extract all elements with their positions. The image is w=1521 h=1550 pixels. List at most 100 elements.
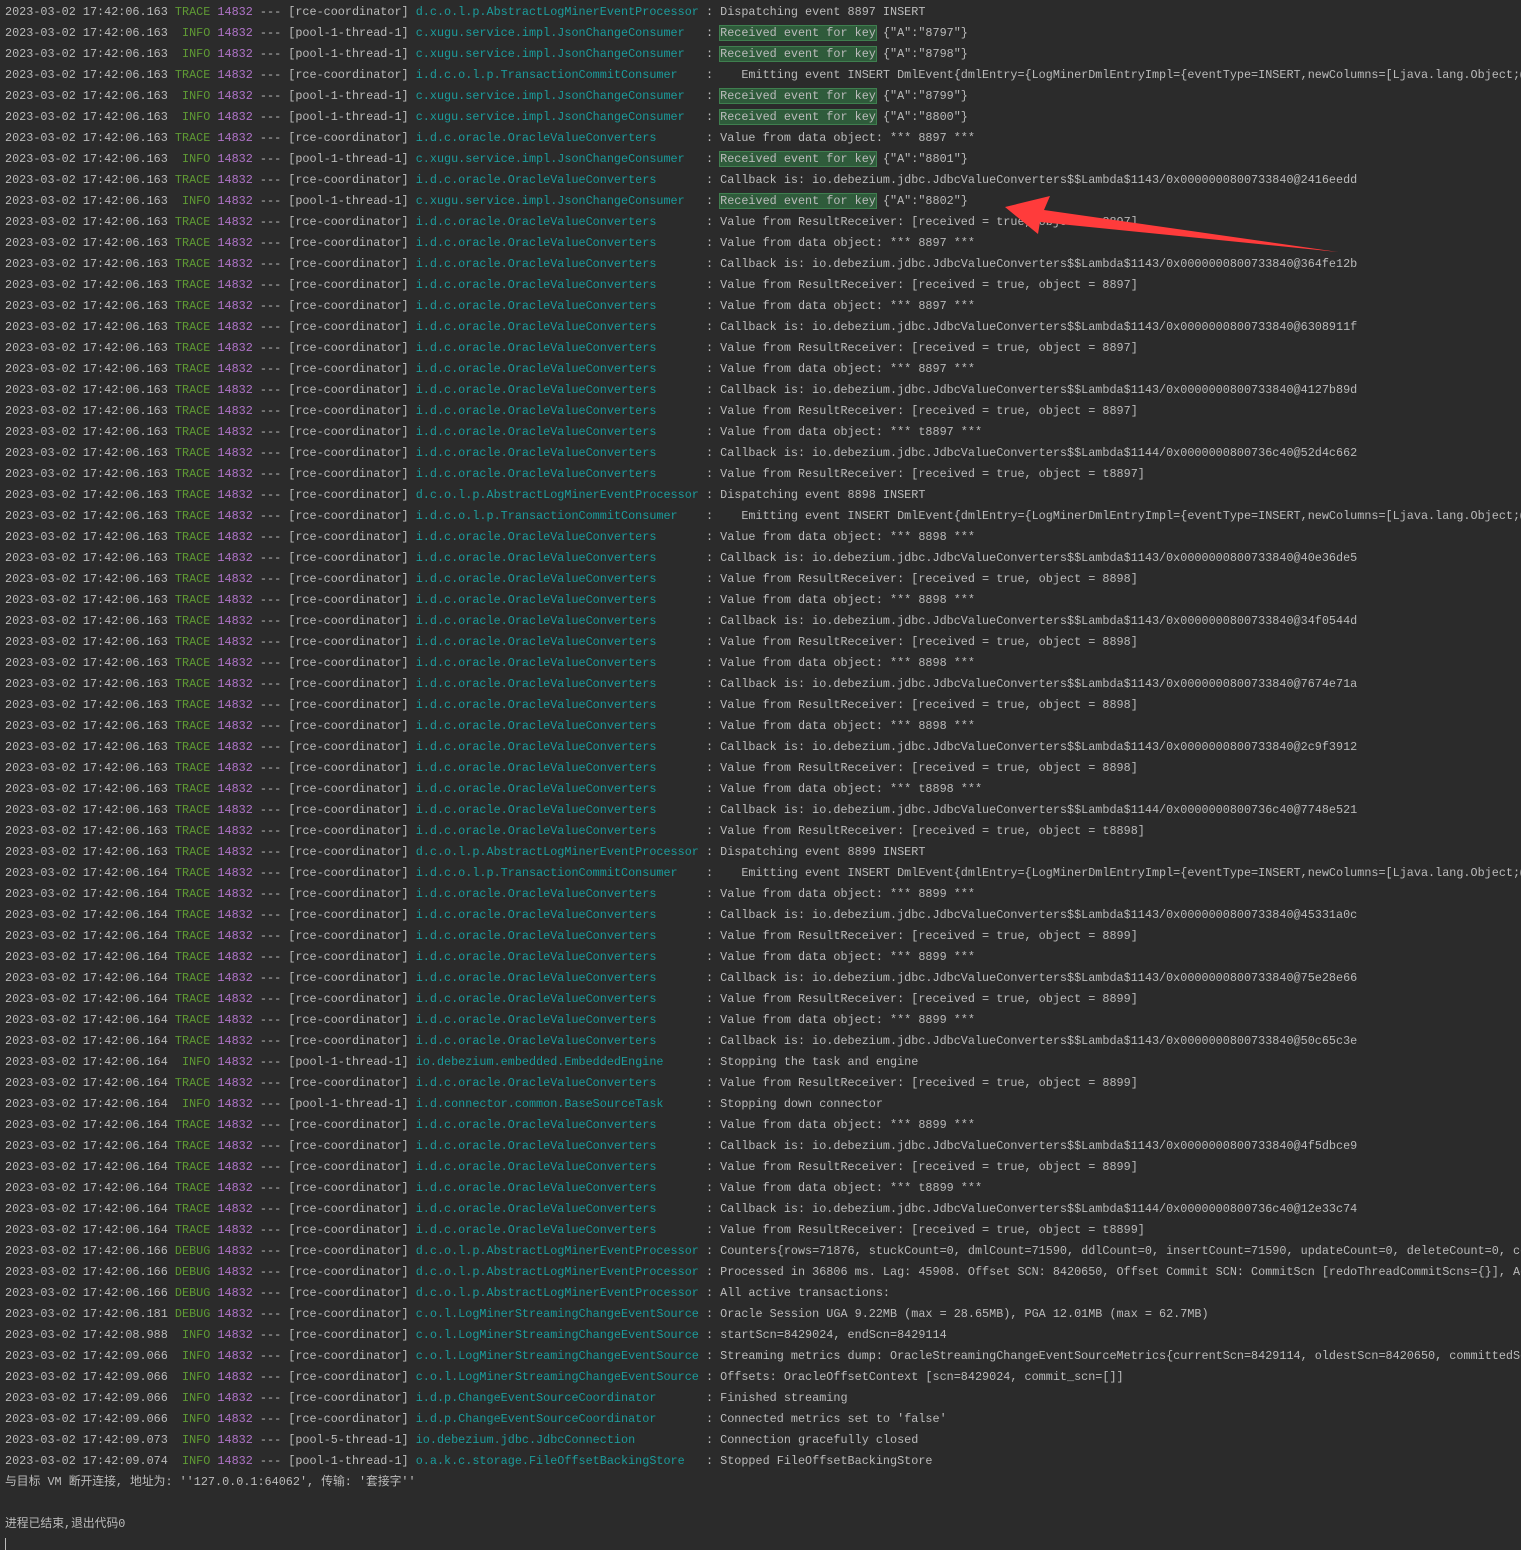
log-logger-link[interactable]: i.d.c.o.l.p.TransactionCommitConsumer [416, 506, 699, 527]
log-message: Value from data object: *** t8899 *** [720, 1181, 983, 1195]
log-logger-link[interactable]: i.d.c.oracle.OracleValueConverters [416, 464, 699, 485]
log-logger-link[interactable]: i.d.c.oracle.OracleValueConverters [416, 1073, 699, 1094]
log-pid: 14832 [217, 929, 253, 943]
log-logger-link[interactable]: i.d.c.o.l.p.TransactionCommitConsumer [416, 65, 699, 86]
log-separator: --- [259, 1160, 282, 1174]
log-logger-link[interactable]: i.d.c.oracle.OracleValueConverters [416, 989, 699, 1010]
log-logger-link[interactable]: i.d.c.oracle.OracleValueConverters [416, 737, 699, 758]
log-logger-link[interactable]: i.d.c.oracle.OracleValueConverters [416, 128, 699, 149]
log-logger-link[interactable]: c.xugu.service.impl.JsonChangeConsumer [416, 107, 699, 128]
log-logger-link[interactable]: i.d.c.oracle.OracleValueConverters [416, 590, 699, 611]
log-logger-link[interactable]: i.d.c.oracle.OracleValueConverters [416, 296, 699, 317]
log-logger-link[interactable]: i.d.c.oracle.OracleValueConverters [416, 527, 699, 548]
log-logger-link[interactable]: i.d.c.oracle.OracleValueConverters [416, 1115, 699, 1136]
log-separator: --- [259, 383, 282, 397]
log-logger-link[interactable]: i.d.c.oracle.OracleValueConverters [416, 716, 699, 737]
log-logger-link[interactable]: c.xugu.service.impl.JsonChangeConsumer [416, 149, 699, 170]
log-logger-link[interactable]: i.d.c.oracle.OracleValueConverters [416, 443, 699, 464]
log-logger-link[interactable]: i.d.c.oracle.OracleValueConverters [416, 926, 699, 947]
log-timestamp: 2023-03-02 17:42:06.164 [5, 1076, 168, 1090]
log-separator: --- [259, 1391, 282, 1405]
log-logger-link[interactable]: i.d.c.oracle.OracleValueConverters [416, 611, 699, 632]
log-message: Value from data object: *** 8898 *** [720, 719, 975, 733]
log-logger-link[interactable]: i.d.c.oracle.OracleValueConverters [416, 1010, 699, 1031]
log-logger-link[interactable]: i.d.c.oracle.OracleValueConverters [416, 254, 699, 275]
log-logger-link[interactable]: i.d.c.oracle.OracleValueConverters [416, 212, 699, 233]
log-line: 2023-03-02 17:42:06.166 DEBUG 14832 --- … [5, 1283, 1521, 1304]
log-message: Callback is: io.debezium.jdbc.JdbcValueC… [720, 446, 1358, 460]
log-logger-link[interactable]: i.d.c.oracle.OracleValueConverters [416, 821, 699, 842]
log-logger-link[interactable]: i.d.c.oracle.OracleValueConverters [416, 1178, 699, 1199]
log-logger-link[interactable]: c.o.l.LogMinerStreamingChangeEventSource [416, 1304, 699, 1325]
log-logger-link[interactable]: i.d.c.oracle.OracleValueConverters [416, 674, 699, 695]
log-logger-link[interactable]: i.d.c.oracle.OracleValueConverters [416, 1031, 699, 1052]
log-logger-link[interactable]: d.c.o.l.p.AbstractLogMinerEventProcessor [416, 485, 699, 506]
log-logger-link[interactable]: d.c.o.l.p.AbstractLogMinerEventProcessor [416, 1283, 699, 1304]
log-logger-link[interactable]: d.c.o.l.p.AbstractLogMinerEventProcessor [416, 1241, 699, 1262]
log-thread: [rce-coordinator] [288, 1412, 409, 1426]
log-logger-link[interactable]: i.d.p.ChangeEventSourceCoordinator [416, 1388, 699, 1409]
log-logger-link[interactable]: io.debezium.jdbc.JdbcConnection [416, 1430, 699, 1451]
log-logger-link[interactable]: i.d.c.oracle.OracleValueConverters [416, 1199, 699, 1220]
log-logger-link[interactable]: d.c.o.l.p.AbstractLogMinerEventProcessor [416, 842, 699, 863]
log-logger-link[interactable]: i.d.c.o.l.p.TransactionCommitConsumer [416, 863, 699, 884]
log-logger-link[interactable]: c.o.l.LogMinerStreamingChangeEventSource [416, 1325, 699, 1346]
log-logger-link[interactable]: i.d.c.oracle.OracleValueConverters [416, 359, 699, 380]
log-logger-link[interactable]: i.d.c.oracle.OracleValueConverters [416, 905, 699, 926]
log-thread: [rce-coordinator] [288, 677, 409, 691]
log-logger-link[interactable]: i.d.c.oracle.OracleValueConverters [416, 1220, 699, 1241]
log-line: 2023-03-02 17:42:06.163 TRACE 14832 --- … [5, 527, 1521, 548]
log-logger-link[interactable]: i.d.c.oracle.OracleValueConverters [416, 695, 699, 716]
log-level: INFO [181, 26, 211, 40]
log-logger-link[interactable]: i.d.c.oracle.OracleValueConverters [416, 884, 699, 905]
log-line: 2023-03-02 17:42:06.163 TRACE 14832 --- … [5, 590, 1521, 611]
log-logger-link[interactable]: i.d.c.oracle.OracleValueConverters [416, 779, 699, 800]
log-logger-link[interactable]: i.d.c.oracle.OracleValueConverters [416, 275, 699, 296]
log-logger-link[interactable]: c.o.l.LogMinerStreamingChangeEventSource [416, 1346, 699, 1367]
log-logger-link[interactable]: i.d.c.oracle.OracleValueConverters [416, 653, 699, 674]
log-logger-link[interactable]: o.a.k.c.storage.FileOffsetBackingStore [416, 1451, 699, 1472]
log-message: Callback is: io.debezium.jdbc.JdbcValueC… [720, 551, 1358, 565]
log-message: Value from ResultReceiver: [received = t… [720, 1223, 1145, 1237]
log-logger-link[interactable]: i.d.c.oracle.OracleValueConverters [416, 800, 699, 821]
log-timestamp: 2023-03-02 17:42:06.163 [5, 299, 168, 313]
log-thread: [pool-5-thread-1] [288, 1433, 409, 1447]
log-pid: 14832 [217, 425, 253, 439]
log-logger-link[interactable]: c.xugu.service.impl.JsonChangeConsumer [416, 86, 699, 107]
log-logger-link[interactable]: i.d.c.oracle.OracleValueConverters [416, 170, 699, 191]
log-logger-link[interactable]: i.d.c.oracle.OracleValueConverters [416, 569, 699, 590]
log-logger-link[interactable]: i.d.c.oracle.OracleValueConverters [416, 338, 699, 359]
log-logger-link[interactable]: i.d.c.oracle.OracleValueConverters [416, 1136, 699, 1157]
log-logger-link[interactable]: i.d.c.oracle.OracleValueConverters [416, 401, 699, 422]
log-logger-link[interactable]: i.d.c.oracle.OracleValueConverters [416, 947, 699, 968]
log-logger-link[interactable]: c.o.l.LogMinerStreamingChangeEventSource [416, 1367, 699, 1388]
console-output[interactable]: 2023-03-02 17:42:06.163 TRACE 14832 --- … [5, 2, 1521, 1535]
log-logger-link[interactable]: c.xugu.service.impl.JsonChangeConsumer [416, 44, 699, 65]
log-logger-link[interactable]: i.d.c.oracle.OracleValueConverters [416, 380, 699, 401]
log-logger-link[interactable]: i.d.connector.common.BaseSourceTask [416, 1094, 699, 1115]
log-logger-link[interactable]: i.d.c.oracle.OracleValueConverters [416, 758, 699, 779]
log-logger-link[interactable]: c.xugu.service.impl.JsonChangeConsumer [416, 191, 699, 212]
log-line: 2023-03-02 17:42:06.164 TRACE 14832 --- … [5, 884, 1521, 905]
log-logger-link[interactable]: i.d.c.oracle.OracleValueConverters [416, 968, 699, 989]
log-logger-link[interactable]: i.d.p.ChangeEventSourceCoordinator [416, 1409, 699, 1430]
log-level: TRACE [174, 1034, 211, 1048]
log-logger-link[interactable]: io.debezium.embedded.EmbeddedEngine [416, 1052, 699, 1073]
log-pid: 14832 [217, 404, 253, 418]
log-logger-link[interactable]: i.d.c.oracle.OracleValueConverters [416, 233, 699, 254]
log-thread: [rce-coordinator] [288, 530, 409, 544]
log-logger-link[interactable]: c.xugu.service.impl.JsonChangeConsumer [416, 23, 699, 44]
log-level: TRACE [174, 446, 211, 460]
log-logger-link[interactable]: i.d.c.oracle.OracleValueConverters [416, 422, 699, 443]
log-logger-link[interactable]: d.c.o.l.p.AbstractLogMinerEventProcessor [416, 2, 699, 23]
log-logger-link[interactable]: i.d.c.oracle.OracleValueConverters [416, 1157, 699, 1178]
log-pid: 14832 [217, 635, 253, 649]
log-logger-link[interactable]: i.d.c.oracle.OracleValueConverters [416, 632, 699, 653]
log-separator: --- [259, 446, 282, 460]
log-logger-link[interactable]: d.c.o.l.p.AbstractLogMinerEventProcessor [416, 1262, 699, 1283]
log-separator: --- [259, 110, 282, 124]
log-line: 2023-03-02 17:42:06.164 TRACE 14832 --- … [5, 1115, 1521, 1136]
log-logger-link[interactable]: i.d.c.oracle.OracleValueConverters [416, 548, 699, 569]
log-message: Connected metrics set to 'false' [720, 1412, 947, 1426]
log-logger-link[interactable]: i.d.c.oracle.OracleValueConverters [416, 317, 699, 338]
